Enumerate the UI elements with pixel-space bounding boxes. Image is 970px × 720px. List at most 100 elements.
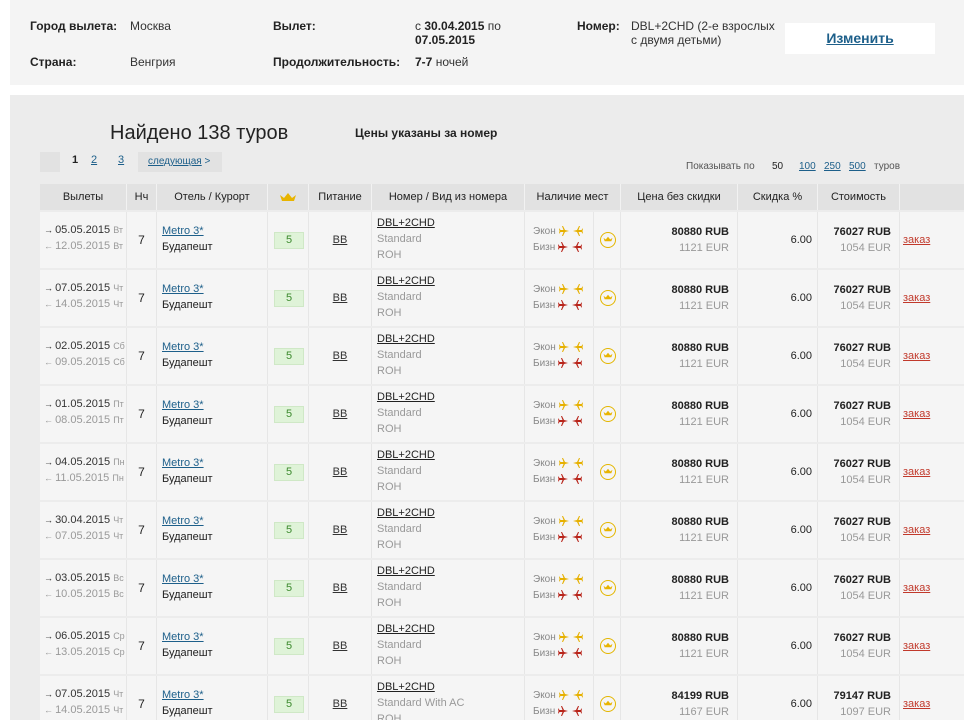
crown-circle-icon[interactable]: [600, 696, 616, 712]
price-eur: 1121 EUR: [679, 300, 729, 312]
return-date-value: 14.05.2015: [55, 704, 111, 716]
business-label: Бизн: [533, 300, 556, 311]
order-link[interactable]: заказ: [900, 328, 964, 384]
order-link[interactable]: заказ: [900, 386, 964, 442]
header-rating[interactable]: [268, 184, 309, 210]
departure-cell: → 06.05.2015 Ср ← 13.05.2015 Ср: [40, 618, 127, 674]
order-link[interactable]: заказ: [900, 560, 964, 616]
room-code[interactable]: DBL+2CHD: [377, 389, 524, 405]
duration-bold: 7-7: [415, 55, 433, 69]
meal-plan[interactable]: BB: [333, 698, 348, 710]
hotel-link[interactable]: Metro 3*: [162, 397, 267, 413]
order-link[interactable]: заказ: [900, 444, 964, 500]
header-departures[interactable]: Вылеты: [40, 184, 127, 210]
room-code[interactable]: DBL+2CHD: [377, 447, 524, 463]
header-order: [900, 184, 964, 210]
hotel-link[interactable]: Metro 3*: [162, 687, 267, 703]
room-view: ROH: [377, 307, 402, 319]
cost-eur: 1054 EUR: [840, 590, 891, 602]
room-code[interactable]: DBL+2CHD: [377, 679, 524, 695]
page-link-2[interactable]: 2: [91, 154, 97, 166]
crown-icon: [280, 193, 296, 202]
meal-plan[interactable]: BB: [333, 350, 348, 362]
departure-cell: → 05.05.2015 Вт ← 12.05.2015 Вт: [40, 212, 127, 268]
room-code[interactable]: DBL+2CHD: [377, 621, 524, 637]
crown-circle-icon[interactable]: [600, 290, 616, 306]
order-link[interactable]: заказ: [900, 212, 964, 268]
room-code[interactable]: DBL+2CHD: [377, 331, 524, 347]
business-label: Бизн: [533, 648, 556, 659]
meal-plan[interactable]: BB: [333, 408, 348, 420]
outbound-weekday: Чт: [113, 283, 124, 293]
room-code[interactable]: DBL+2CHD: [377, 505, 524, 521]
crown-circle-icon[interactable]: [600, 464, 616, 480]
return-arrow-icon: ←: [44, 357, 53, 367]
room-value-line1: DBL+2CHD (2-е взрослых: [631, 19, 775, 33]
header-price-no-discount[interactable]: Цена без скидки: [621, 184, 738, 210]
price-eur: 1167 EUR: [679, 706, 729, 718]
table-row: → 02.05.2015 Сб ← 09.05.2015 Сб 7 Metro 3* Б…: [40, 326, 964, 384]
room-type: Standard: [377, 465, 422, 477]
header-nights[interactable]: Нч: [127, 184, 157, 210]
crown-circle-icon[interactable]: [600, 638, 616, 654]
cost-eur: 1097 EUR: [840, 706, 891, 718]
departure-dates: с 30.04.2015 по 07.05.2015: [415, 19, 501, 47]
tours-table: Вылеты Нч Отель / Курорт Питание Номер /…: [40, 184, 964, 720]
economy-label: Экон: [533, 342, 556, 353]
header-discount[interactable]: Скидка %: [738, 184, 818, 210]
header-meal[interactable]: Питание: [309, 184, 372, 210]
meal-plan[interactable]: BB: [333, 524, 348, 536]
order-link[interactable]: заказ: [900, 502, 964, 558]
hotel-link[interactable]: Metro 3*: [162, 281, 267, 297]
per-page-option-500[interactable]: 500: [849, 161, 866, 172]
room-view: ROH: [377, 481, 402, 493]
crown-circle-icon[interactable]: [600, 406, 616, 422]
meal-plan[interactable]: BB: [333, 466, 348, 478]
seat-availability-cell: Экон Бизн: [525, 676, 594, 720]
hotel-link[interactable]: Metro 3*: [162, 629, 267, 645]
crown-circle-icon[interactable]: [600, 580, 616, 596]
duration-label: Продолжительность:: [273, 55, 401, 69]
hotel-link[interactable]: Metro 3*: [162, 223, 267, 239]
order-link[interactable]: заказ: [900, 618, 964, 674]
change-search-button[interactable]: Изменить: [785, 23, 935, 54]
plane-icon: [557, 589, 569, 604]
meal-plan[interactable]: BB: [333, 582, 348, 594]
crown-circle-icon[interactable]: [600, 522, 616, 538]
economy-label: Экон: [533, 458, 556, 469]
return-weekday: Сб: [113, 357, 125, 367]
hotel-link[interactable]: Metro 3*: [162, 455, 267, 471]
per-page-option-250[interactable]: 250: [824, 161, 841, 172]
order-link[interactable]: заказ: [900, 676, 964, 720]
business-availability: Бизн: [533, 472, 593, 488]
return-date-value: 09.05.2015: [55, 356, 111, 368]
outbound-date: → 30.04.2015 Чт: [44, 512, 126, 528]
header-hotel[interactable]: Отель / Курорт: [157, 184, 268, 210]
cost-rub: 76027 RUB: [833, 284, 891, 296]
header-cost[interactable]: Стоимость: [818, 184, 900, 210]
meal-plan[interactable]: BB: [333, 292, 348, 304]
per-page-option-100[interactable]: 100: [799, 161, 816, 172]
hotel-link[interactable]: Metro 3*: [162, 513, 267, 529]
crown-circle-icon[interactable]: [600, 348, 616, 364]
page-link-3[interactable]: 3: [118, 154, 124, 166]
outbound-date-value: 01.05.2015: [55, 398, 111, 410]
room-code[interactable]: DBL+2CHD: [377, 563, 524, 579]
hotel-link[interactable]: Metro 3*: [162, 571, 267, 587]
crown-circle-icon[interactable]: [600, 232, 616, 248]
room-code[interactable]: DBL+2CHD: [377, 215, 524, 231]
order-link[interactable]: заказ: [900, 270, 964, 326]
next-page-button[interactable]: следующая >: [138, 152, 222, 172]
meal-cell: BB: [309, 212, 372, 268]
header-room[interactable]: Номер / Вид из номера: [372, 184, 525, 210]
price-rub: 84199 RUB: [671, 690, 729, 702]
price-note: Цены указаны за номер: [355, 126, 498, 140]
hotel-cell: Metro 3* Будапешт: [157, 328, 268, 384]
city-label: Город вылета:: [30, 19, 118, 33]
return-date: ← 07.05.2015 Чт: [44, 528, 126, 544]
hotel-link[interactable]: Metro 3*: [162, 339, 267, 355]
meal-plan[interactable]: BB: [333, 234, 348, 246]
meal-plan[interactable]: BB: [333, 640, 348, 652]
plane-icon: [558, 689, 570, 704]
room-code[interactable]: DBL+2CHD: [377, 273, 524, 289]
